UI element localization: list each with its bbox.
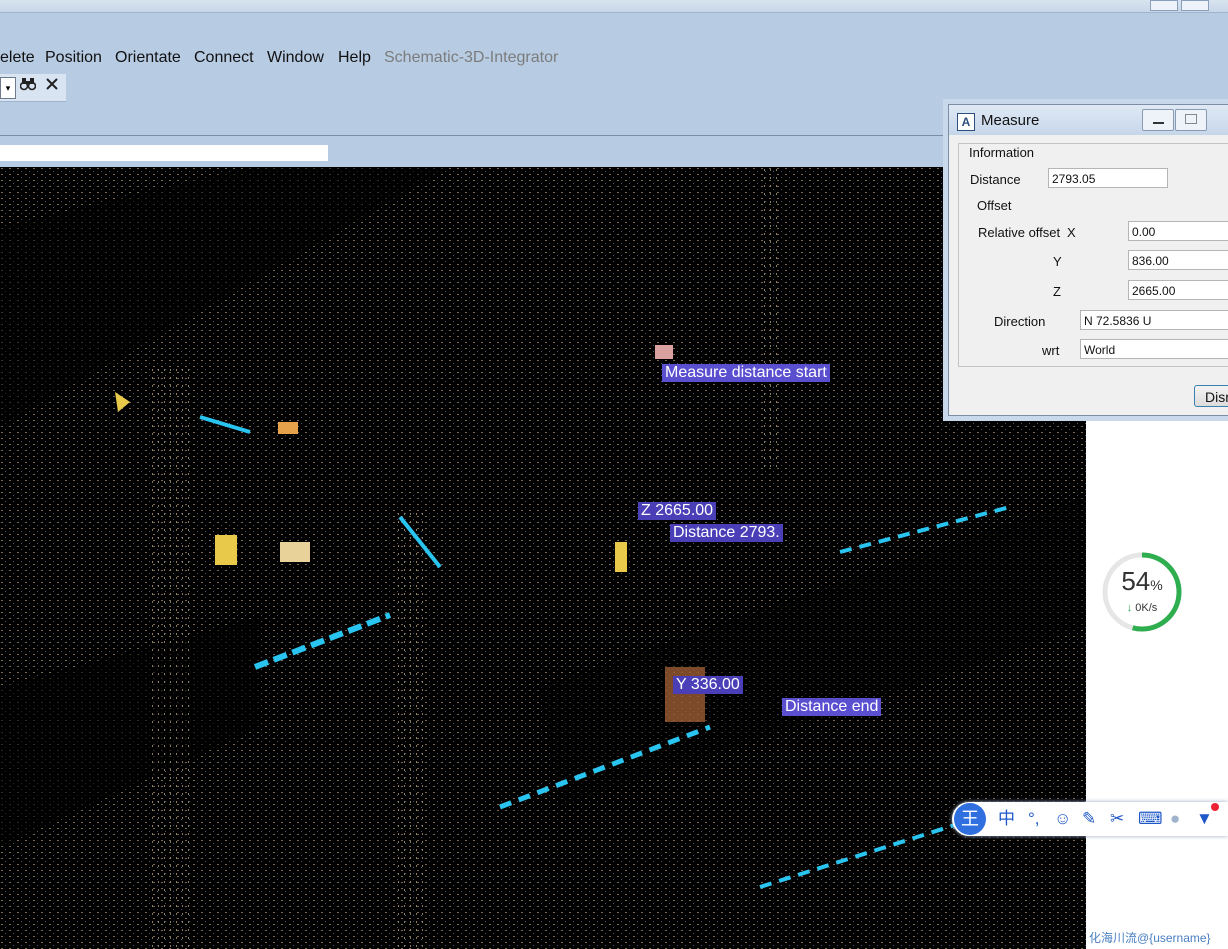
x-label: X [1067, 225, 1076, 240]
rate-value: ↓ 0K/s [1100, 602, 1184, 614]
network-speed-widget[interactable]: 54% ↓ 0K/s [1100, 550, 1184, 634]
dialog-title-bar[interactable]: A Measure [949, 105, 1228, 135]
menu-position[interactable]: Position [45, 44, 102, 72]
z-offset-label: Z 2665.00 [638, 502, 717, 520]
distance-label: Distance [970, 172, 1021, 187]
percent-sign: % [1150, 577, 1163, 593]
wrt-field[interactable]: World [1080, 339, 1228, 359]
dismiss-button[interactable]: Dism [1194, 385, 1228, 407]
status-field [0, 145, 328, 161]
window-title-strip [0, 0, 1228, 13]
chinese-mode-button[interactable]: 中 [998, 807, 1015, 831]
measure-dialog: A Measure Information Distance 2793.05 O… [948, 104, 1228, 416]
toolbar: ▾ [0, 74, 66, 102]
app-icon: A [957, 113, 975, 131]
ime-logo[interactable]: 王 [954, 803, 986, 835]
x-offset-field[interactable]: 0.00 [1128, 221, 1228, 241]
restore-button[interactable] [1181, 0, 1209, 11]
shirt-icon[interactable]: ▼ [1196, 807, 1213, 831]
binoculars-icon[interactable] [19, 76, 37, 98]
punctuation-button[interactable]: °, [1028, 807, 1040, 831]
right-panel [1086, 415, 1228, 949]
minimize-button[interactable] [1150, 0, 1178, 11]
menu-delete[interactable]: elete [0, 44, 35, 72]
keyboard-icon[interactable]: ⌨ [1138, 807, 1163, 831]
scissors-icon[interactable]: ✂ [1110, 807, 1124, 831]
menu-help[interactable]: Help [338, 44, 371, 72]
direction-label: Direction [994, 314, 1046, 329]
app-name-label: Schematic-3D-Integrator [384, 49, 559, 66]
offset-label: Offset [977, 198, 1012, 213]
z-label: Z [1053, 284, 1061, 299]
distance-end-label: Distance end [782, 698, 882, 716]
z-offset-field[interactable]: 2665.00 [1128, 280, 1228, 300]
y-label: Y [1053, 254, 1062, 269]
dialog-title: Measure [981, 112, 1040, 129]
minimize-button[interactable] [1142, 109, 1174, 131]
relative-offset-label: Relative offset [978, 225, 1061, 240]
menu-connect[interactable]: Connect [194, 44, 254, 72]
menu-orientate[interactable]: Orientate [115, 44, 181, 72]
arrow-down-icon: ↓ [1126, 602, 1133, 614]
3d-viewport[interactable]: Measure distance start Z 2665.00 Distanc… [0, 167, 1086, 949]
notification-dot [1211, 803, 1219, 811]
pen-icon[interactable]: ✎ [1082, 807, 1096, 831]
percent-value: 54% [1100, 566, 1184, 597]
percent-number: 54 [1121, 566, 1151, 596]
user-icon[interactable]: ● [1170, 807, 1180, 831]
direction-field[interactable]: N 72.5836 U [1080, 310, 1228, 330]
distance-label: Distance 2793. [670, 524, 783, 542]
smile-icon[interactable]: ☺ [1054, 807, 1071, 831]
measure-start-label: Measure distance start [662, 364, 830, 382]
y-offset-field[interactable]: 836.00 [1128, 250, 1228, 270]
rate-text: 0K/s [1135, 602, 1158, 614]
viewport-scene [0, 167, 1086, 949]
watermark: 化海川流@{username} [1089, 931, 1211, 945]
menu-window[interactable]: Window [267, 44, 324, 72]
chevron-down-icon[interactable]: ▾ [0, 77, 16, 99]
y-offset-label: Y 336.00 [673, 676, 743, 694]
wrt-label: wrt [1042, 343, 1060, 358]
ime-toolbar: 王 中 °, ☺ ✎ ✂ ⌨ ● ▼ [952, 802, 1228, 836]
information-label: Information [969, 145, 1035, 160]
maximize-button[interactable] [1175, 109, 1207, 131]
close-icon[interactable] [45, 76, 59, 98]
distance-field[interactable]: 2793.05 [1048, 168, 1168, 188]
